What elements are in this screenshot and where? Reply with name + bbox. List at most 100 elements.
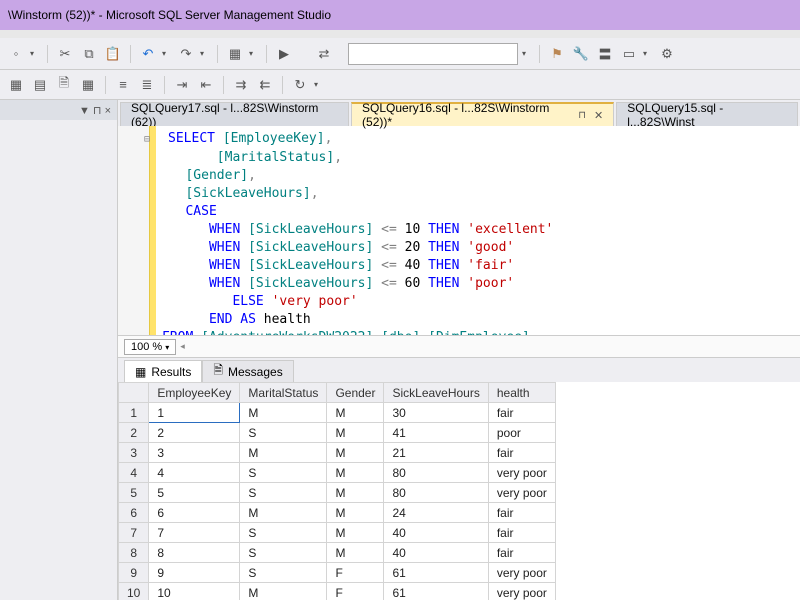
row-number[interactable]: 9 <box>119 563 149 583</box>
cell[interactable]: fair <box>488 503 555 523</box>
cell[interactable]: M <box>327 423 384 443</box>
cell[interactable]: M <box>327 403 384 423</box>
close-icon[interactable]: ✕ <box>594 109 603 122</box>
table-row[interactable]: 1010MF61very poor <box>119 583 556 600</box>
table-row[interactable]: 66MM24fair <box>119 503 556 523</box>
cell[interactable]: very poor <box>488 483 555 503</box>
tab-query15[interactable]: SQLQuery15.sql - l...82S\Winst <box>616 102 798 126</box>
dropdown-icon[interactable]: ▾ <box>643 49 653 58</box>
dropdown-icon[interactable]: ▾ <box>200 49 210 58</box>
equals-icon[interactable]: 〓 <box>595 44 615 64</box>
cell[interactable]: M <box>327 503 384 523</box>
pin-icon[interactable]: ⊓ <box>578 110 586 121</box>
window-icon[interactable]: ▭ <box>619 44 639 64</box>
cell[interactable]: 4 <box>149 463 240 483</box>
cell[interactable]: 30 <box>384 403 488 423</box>
dropdown-icon[interactable]: ▾ <box>249 49 259 58</box>
cell[interactable]: S <box>240 543 327 563</box>
uncomment-icon[interactable]: ≣ <box>137 75 157 95</box>
col-header[interactable]: EmployeeKey <box>149 383 240 403</box>
dropdown-icon[interactable]: ▾ <box>30 49 40 58</box>
cell[interactable]: poor <box>488 423 555 443</box>
panel-controls[interactable]: ▼ ⊓ × <box>79 104 111 117</box>
cut-icon[interactable]: ✂ <box>55 44 75 64</box>
cell[interactable]: very poor <box>488 563 555 583</box>
code-text[interactable]: ⊟SELECT [EmployeeKey], [MaritalStatus], … <box>156 126 800 335</box>
cell[interactable]: 7 <box>149 523 240 543</box>
tab-results[interactable]: ▦ Results <box>124 360 202 382</box>
wrench-icon[interactable]: 🔧 <box>571 44 591 64</box>
cell[interactable]: 1 <box>149 403 240 423</box>
cell[interactable]: M <box>240 583 327 600</box>
indent-increase-icon[interactable]: ⇉ <box>231 75 251 95</box>
sql-editor[interactable]: ⊟SELECT [EmployeeKey], [MaritalStatus], … <box>118 126 800 336</box>
table-row[interactable]: 77SM40fair <box>119 523 556 543</box>
cell[interactable]: 61 <box>384 563 488 583</box>
cell[interactable]: M <box>327 483 384 503</box>
results-text-icon[interactable]: ▤ <box>30 75 50 95</box>
cell[interactable]: 24 <box>384 503 488 523</box>
cell[interactable]: M <box>327 523 384 543</box>
paste-icon[interactable]: 📋 <box>103 44 123 64</box>
stats-icon[interactable]: ▦ <box>78 75 98 95</box>
table-row[interactable]: 33MM21fair <box>119 443 556 463</box>
table-row[interactable]: 88SM40fair <box>119 543 556 563</box>
tab-query16[interactable]: SQLQuery16.sql - l...82S\Winstorm (52))*… <box>351 102 614 126</box>
col-header[interactable]: health <box>488 383 555 403</box>
chevron-left-icon[interactable]: ◂ <box>180 341 185 352</box>
cell[interactable]: 21 <box>384 443 488 463</box>
cell[interactable]: 80 <box>384 463 488 483</box>
row-number[interactable]: 10 <box>119 583 149 600</box>
table-row[interactable]: 22SM41poor <box>119 423 556 443</box>
cell[interactable]: 80 <box>384 483 488 503</box>
row-number[interactable]: 5 <box>119 483 149 503</box>
cell[interactable]: 61 <box>384 583 488 600</box>
zoom-combo[interactable]: 100 % ▾ <box>124 339 176 355</box>
row-number[interactable]: 7 <box>119 523 149 543</box>
row-number[interactable]: 6 <box>119 503 149 523</box>
cell[interactable]: 10 <box>149 583 240 600</box>
cell[interactable]: fair <box>488 543 555 563</box>
row-number[interactable]: 1 <box>119 403 149 423</box>
cell[interactable]: 41 <box>384 423 488 443</box>
col-header[interactable]: Gender <box>327 383 384 403</box>
comment-icon[interactable]: ≡ <box>113 75 133 95</box>
toggle-icon[interactable]: ⇄ <box>314 44 334 64</box>
cell[interactable]: S <box>240 523 327 543</box>
row-number[interactable]: 2 <box>119 423 149 443</box>
row-number[interactable]: 4 <box>119 463 149 483</box>
table-row[interactable]: 11MM30fair <box>119 403 556 423</box>
copy-icon[interactable]: ⧉ <box>79 44 99 64</box>
results-grid-icon[interactable]: ▦ <box>6 75 26 95</box>
cell[interactable]: 40 <box>384 543 488 563</box>
table-row[interactable]: 99SF61very poor <box>119 563 556 583</box>
redo-icon[interactable]: ↷ <box>176 44 196 64</box>
cell[interactable]: M <box>327 463 384 483</box>
cell[interactable]: 6 <box>149 503 240 523</box>
indent-decrease-icon[interactable]: ⇇ <box>255 75 275 95</box>
cell[interactable]: M <box>240 403 327 423</box>
indent-icon[interactable]: ⇥ <box>172 75 192 95</box>
outdent-icon[interactable]: ⇤ <box>196 75 216 95</box>
cell[interactable]: 9 <box>149 563 240 583</box>
cell[interactable]: 40 <box>384 523 488 543</box>
cell[interactable]: M <box>327 443 384 463</box>
cell[interactable]: 8 <box>149 543 240 563</box>
undo-icon[interactable]: ↶ <box>138 44 158 64</box>
col-header[interactable]: SickLeaveHours <box>384 383 488 403</box>
dropdown-icon[interactable]: ▾ <box>314 80 324 89</box>
cell[interactable]: S <box>240 423 327 443</box>
row-number[interactable]: 3 <box>119 443 149 463</box>
cell[interactable]: 5 <box>149 483 240 503</box>
row-number[interactable]: 8 <box>119 543 149 563</box>
cell[interactable]: M <box>240 443 327 463</box>
tab-messages[interactable]: 🗎 Messages <box>202 360 293 382</box>
refresh-icon[interactable]: ↻ <box>290 75 310 95</box>
cell[interactable]: fair <box>488 403 555 423</box>
cell[interactable]: fair <box>488 523 555 543</box>
nav-back-icon[interactable]: ◦ <box>6 44 26 64</box>
cell[interactable]: fair <box>488 443 555 463</box>
col-header[interactable]: MaritalStatus <box>240 383 327 403</box>
cell[interactable]: M <box>327 543 384 563</box>
menu-bar[interactable] <box>0 30 800 38</box>
